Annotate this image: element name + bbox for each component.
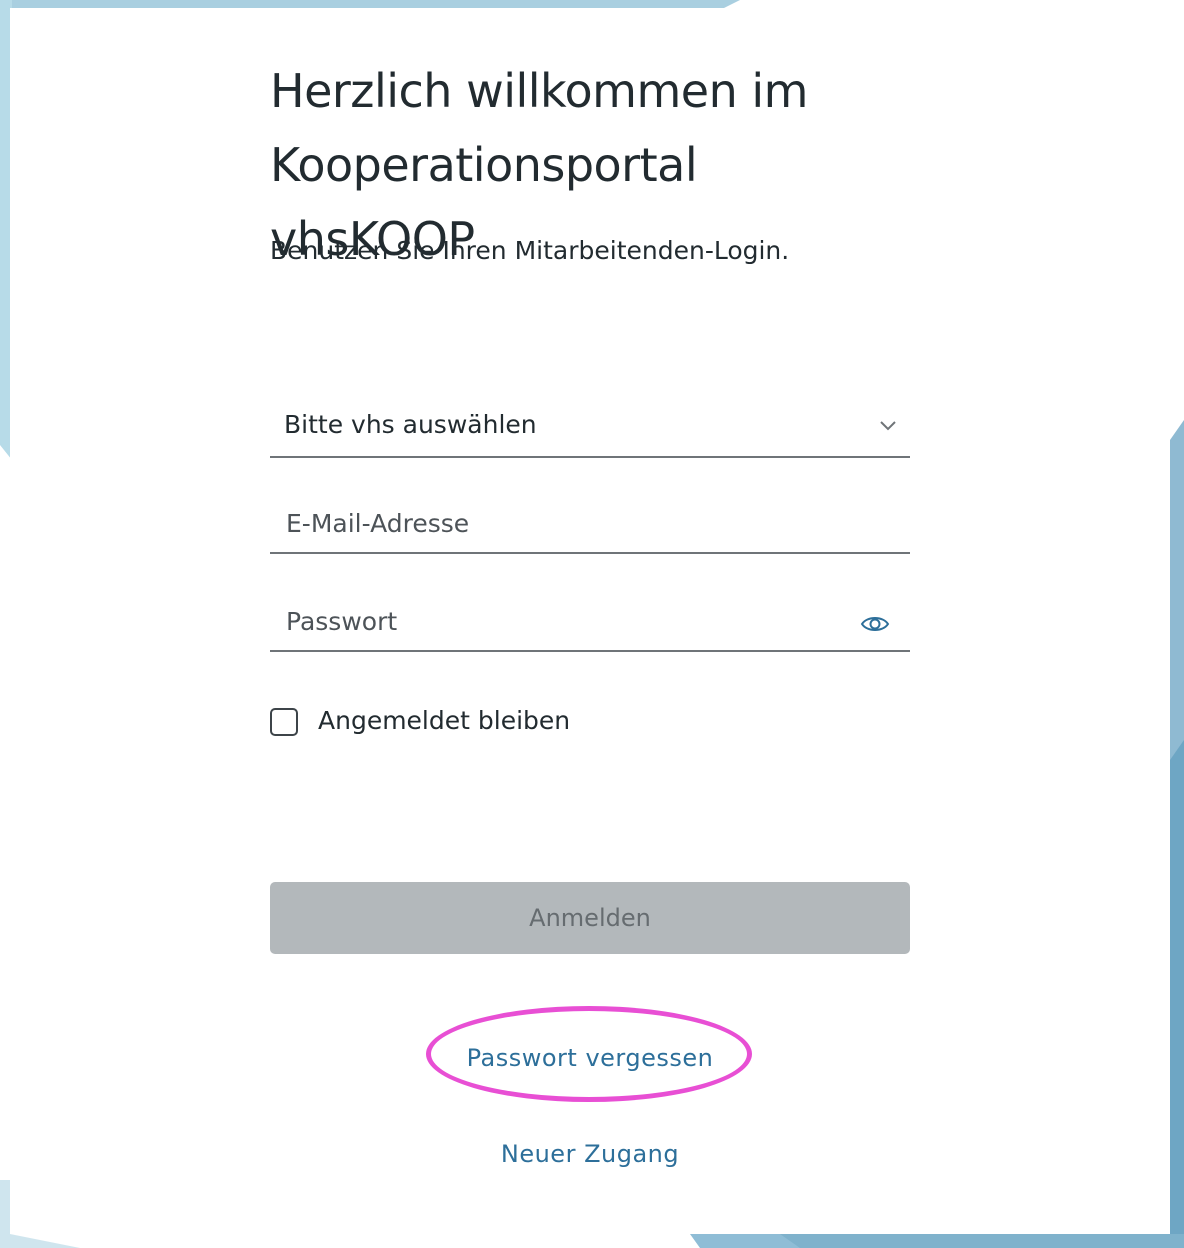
- page-subtitle: Benutzen Sie Ihren Mitarbeitenden-Login.: [270, 236, 790, 265]
- remember-me-label[interactable]: Angemeldet bleiben: [318, 706, 570, 735]
- page-title-line-1: Herzlich willkommen im: [270, 64, 808, 118]
- vhs-select[interactable]: Bitte vhs auswählen: [270, 400, 910, 458]
- highlight-annotation: [426, 1006, 752, 1102]
- new-account-link[interactable]: Neuer Zugang: [270, 1140, 910, 1168]
- password-field[interactable]: [270, 594, 830, 648]
- remember-me-checkbox[interactable]: [270, 708, 298, 736]
- login-button[interactable]: Anmelden: [270, 882, 910, 954]
- vhs-select-value: Bitte vhs auswählen: [284, 410, 537, 439]
- password-field-wrapper: [270, 594, 910, 652]
- email-field-wrapper: [270, 496, 910, 554]
- chevron-down-icon: [880, 421, 896, 431]
- eye-icon[interactable]: [860, 612, 890, 636]
- email-field[interactable]: [270, 496, 830, 550]
- login-card: Herzlich willkommen im Kooperationsporta…: [10, 8, 1170, 1234]
